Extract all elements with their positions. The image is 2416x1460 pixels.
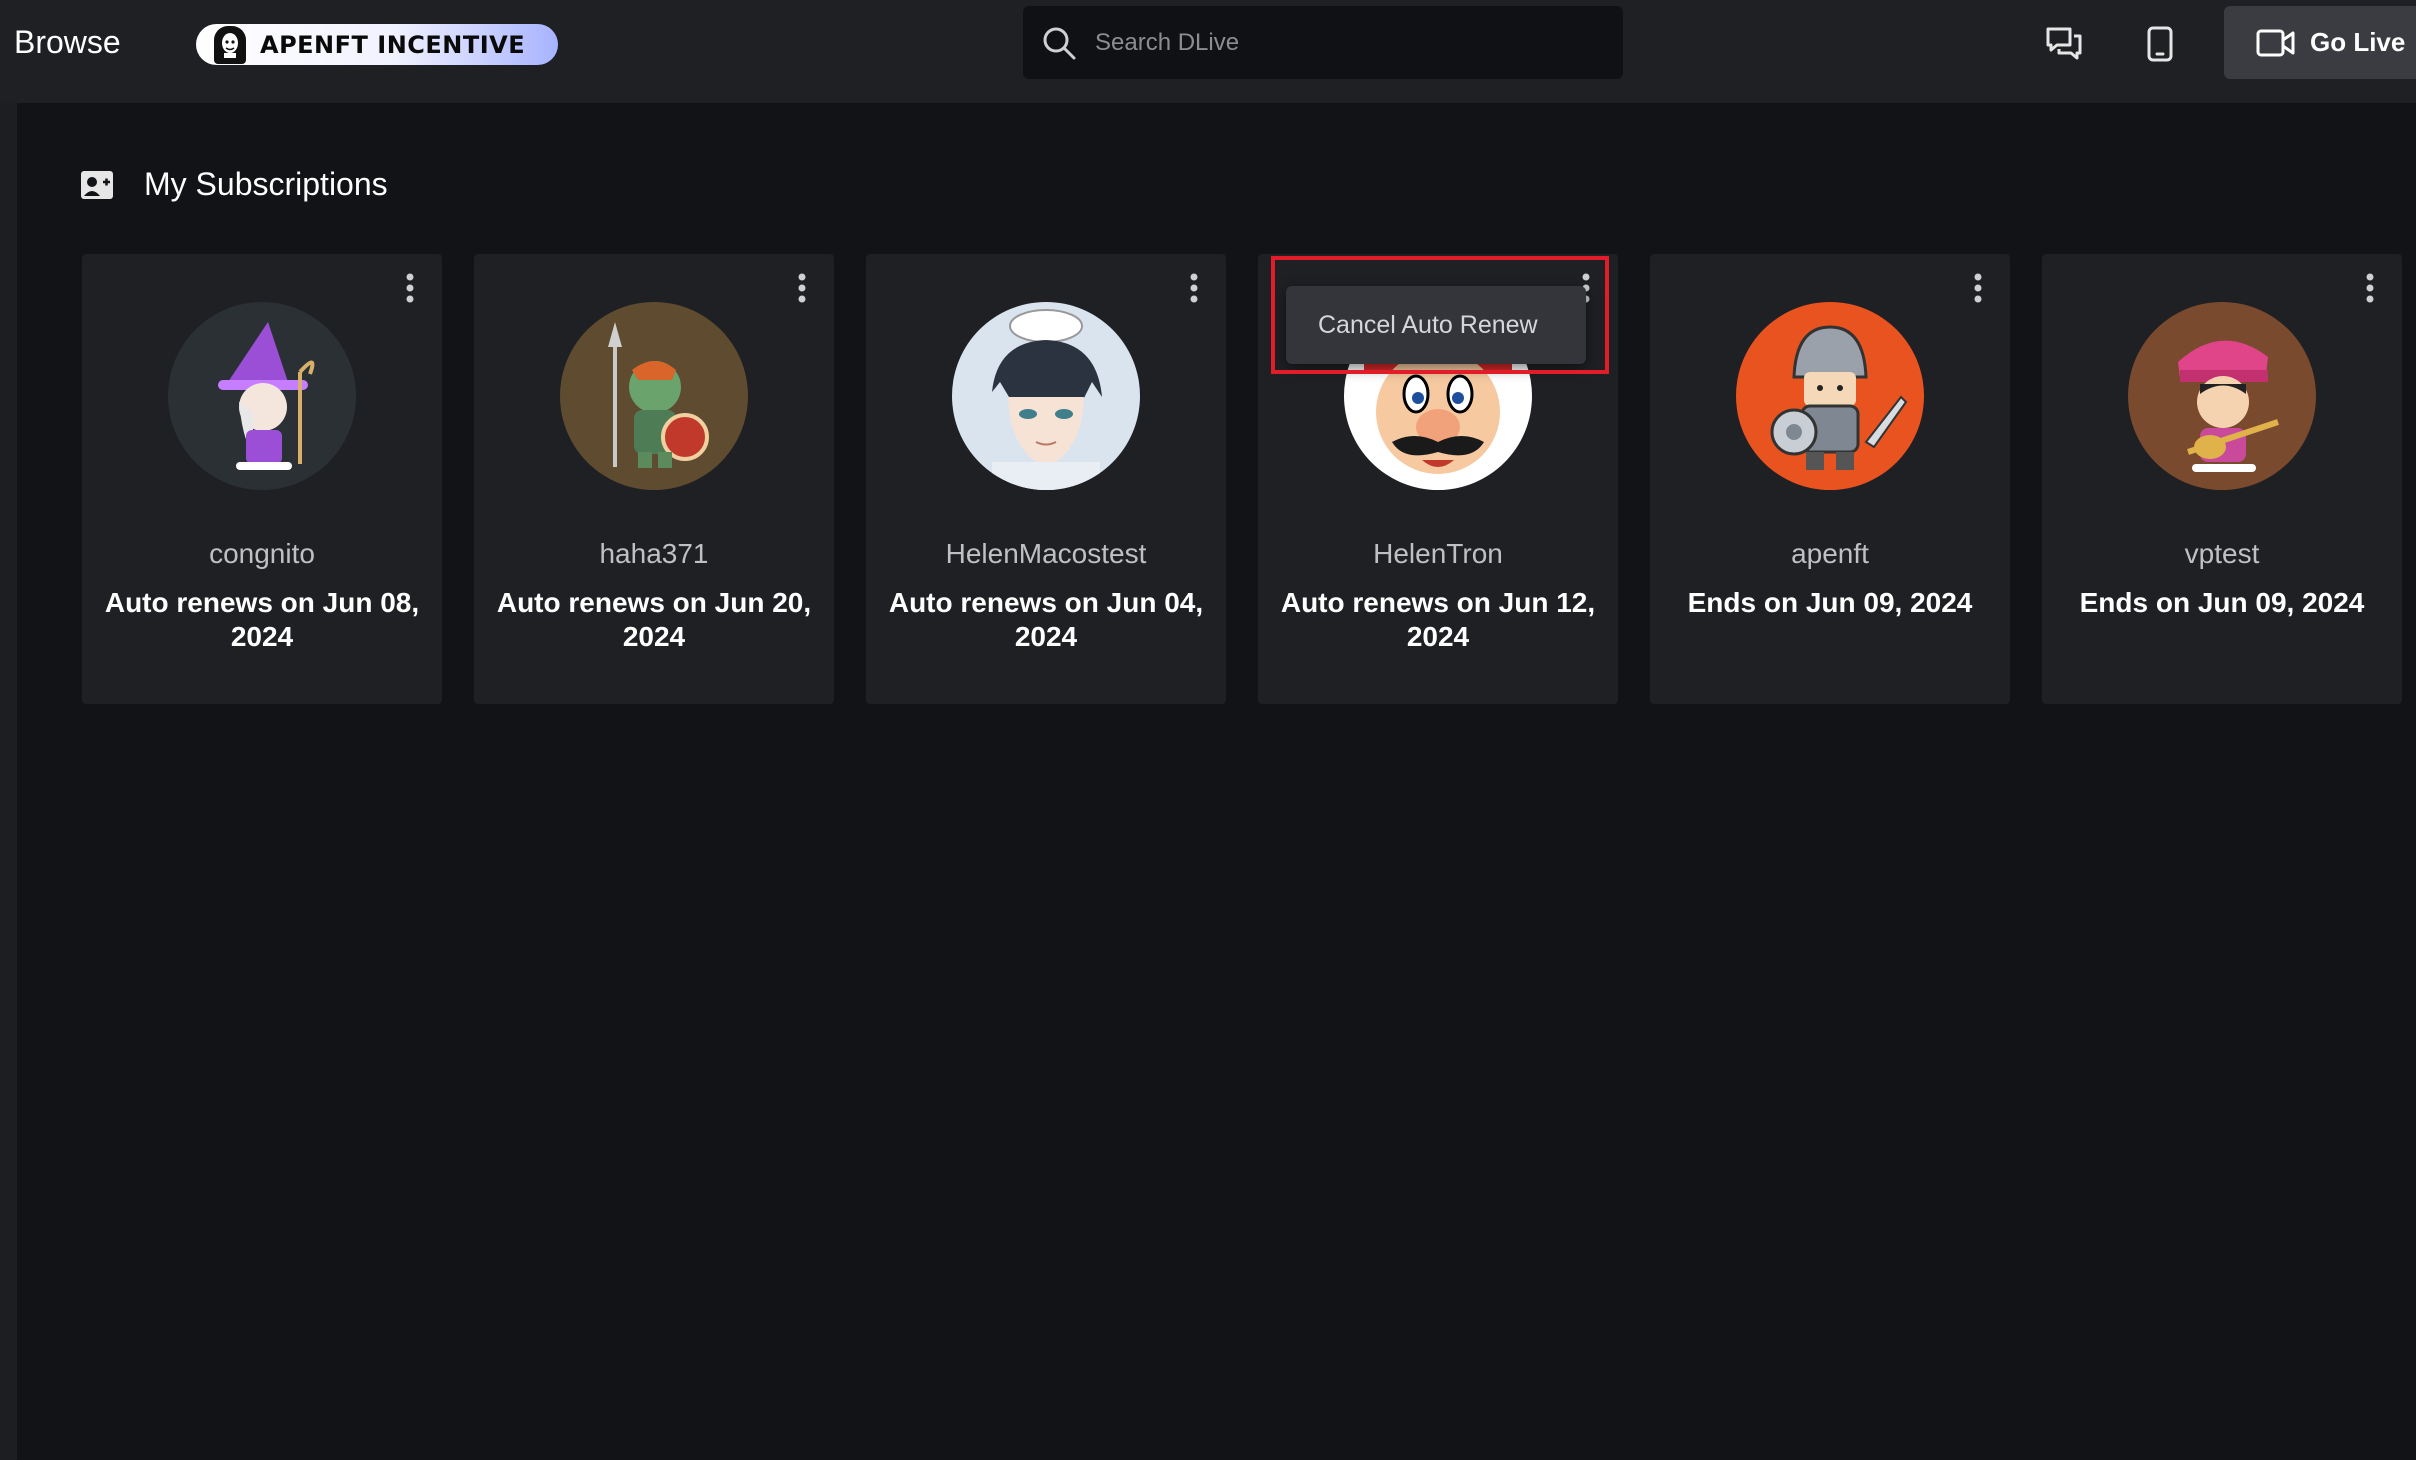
subscription-card-vptest[interactable]: vptest Ends on Jun 09, 2024 (2042, 254, 2402, 704)
more-options-icon[interactable] (792, 270, 812, 306)
go-live-button[interactable]: Go Live (2224, 6, 2416, 79)
go-live-label: Go Live (2310, 27, 2406, 57)
avatar (2128, 302, 2316, 490)
section-header: My Subscriptions (80, 166, 388, 203)
cancel-auto-renew-option[interactable]: Cancel Auto Renew (1318, 311, 1538, 340)
apenft-logo-icon (214, 25, 246, 64)
more-options-icon[interactable] (400, 270, 420, 306)
subscriptions-icon (81, 170, 113, 199)
camera-icon (2256, 29, 2295, 56)
page-title: My Subscriptions (144, 166, 388, 202)
subscription-status: Auto renews on Jun 12, 2024 (1280, 587, 1596, 653)
context-menu: Cancel Auto Renew (1286, 286, 1586, 364)
search-bar (1023, 6, 1623, 79)
left-sidebar-strip (0, 103, 17, 1460)
subscription-status: Auto renews on Jun 20, 2024 (496, 587, 812, 653)
subscription-card-apenft[interactable]: apenft Ends on Jun 09, 2024 (1650, 254, 2010, 704)
browse-link[interactable]: Browse (14, 24, 121, 61)
subscription-status: Auto renews on Jun 08, 2024 (104, 587, 420, 653)
top-navigation-bar: Browse APENFT INCENTIVE Search DLive Go … (0, 0, 2416, 103)
avatar (952, 302, 1140, 490)
channel-name[interactable]: HelenTron (1258, 538, 1618, 570)
subscription-status: Ends on Jun 09, 2024 (1687, 587, 1973, 618)
channel-name[interactable]: congnito (82, 538, 442, 570)
chat-icon[interactable] (2042, 22, 2086, 66)
subscription-status: Ends on Jun 09, 2024 (2079, 587, 2365, 618)
channel-name[interactable]: apenft (1650, 538, 2010, 570)
subscription-card-helenmacostest[interactable]: HelenMacostest Auto renews on Jun 04, 20… (866, 254, 1226, 704)
subscription-card-haha371[interactable]: haha371 Auto renews on Jun 20, 2024 (474, 254, 834, 704)
subscription-card-congnito[interactable]: congnito Auto renews on Jun 08, 2024 (82, 254, 442, 704)
search-icon (1043, 27, 1076, 59)
search-input[interactable] (1095, 28, 1595, 57)
channel-name[interactable]: haha371 (474, 538, 834, 570)
avatar (1736, 302, 1924, 490)
avatar (168, 302, 356, 490)
more-options-icon[interactable] (1968, 270, 1988, 306)
avatar (560, 302, 748, 490)
apenft-incentive-banner[interactable]: APENFT INCENTIVE (196, 24, 558, 65)
channel-name[interactable]: vptest (2042, 538, 2402, 570)
promo-label: APENFT INCENTIVE (260, 30, 526, 59)
subscription-status: Auto renews on Jun 04, 2024 (888, 587, 1204, 653)
more-options-icon[interactable] (1184, 270, 1204, 306)
mobile-icon[interactable] (2138, 22, 2182, 66)
more-options-icon[interactable] (2360, 270, 2380, 306)
channel-name[interactable]: HelenMacostest (866, 538, 1226, 570)
